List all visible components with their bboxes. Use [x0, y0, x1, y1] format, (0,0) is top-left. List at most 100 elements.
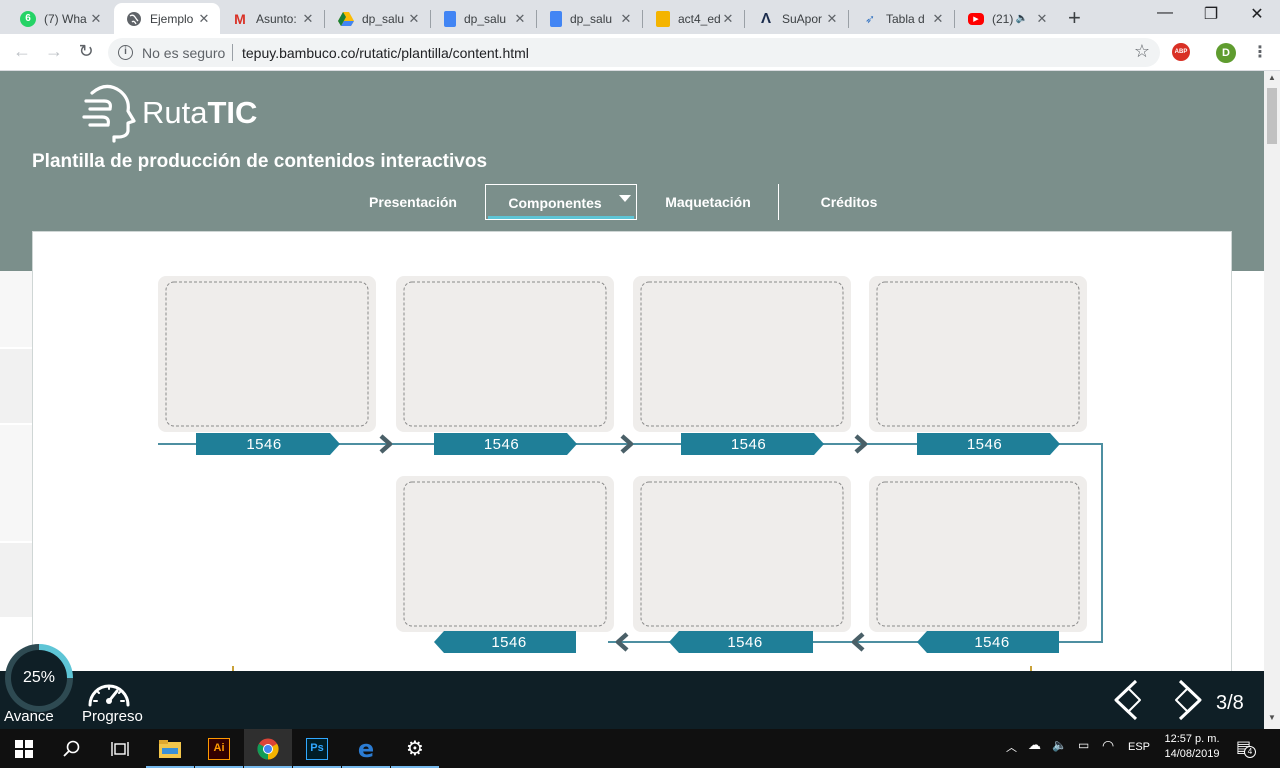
- rutatic-logo[interactable]: RutaTIC: [82, 83, 257, 143]
- drive-icon: [338, 11, 354, 27]
- close-icon[interactable]: ✕: [824, 11, 840, 27]
- active-underline: [488, 216, 634, 219]
- window-close-button[interactable]: ✕: [1234, 4, 1280, 24]
- onedrive-icon[interactable]: ☁: [1028, 737, 1041, 753]
- close-icon[interactable]: ✕: [512, 11, 528, 27]
- reload-button[interactable]: ↻: [74, 41, 98, 62]
- tab-docs-2[interactable]: dp_salu ✕: [538, 3, 642, 34]
- tab-drive[interactable]: dp_salu ✕: [326, 3, 430, 34]
- browser-menu-icon[interactable]: ⋮: [1252, 42, 1268, 62]
- nav-creditos[interactable]: Créditos: [800, 184, 898, 220]
- side-band: [0, 271, 32, 347]
- nav-componentes[interactable]: Componentes: [485, 184, 637, 220]
- notification-count: 4: [1244, 746, 1256, 758]
- next-page-button[interactable]: [1168, 678, 1208, 722]
- tab-separator: [954, 10, 955, 28]
- battery-icon[interactable]: ▭: [1078, 738, 1089, 752]
- wifi-icon[interactable]: ◠: [1102, 737, 1114, 754]
- tab-suaporte[interactable]: Λ SuApor ✕: [746, 3, 848, 34]
- page-scrollbar[interactable]: ▲ ▼: [1264, 71, 1280, 729]
- tab-ejemplo[interactable]: Ejemplo ✕: [114, 3, 220, 34]
- bird-icon: ➶: [864, 11, 876, 26]
- previous-page-button[interactable]: [1108, 678, 1148, 722]
- timeline-card[interactable]: [869, 476, 1087, 632]
- info-icon[interactable]: i: [118, 45, 133, 60]
- timeline-card[interactable]: [869, 276, 1087, 432]
- search-icon[interactable]: [48, 729, 96, 768]
- file-explorer-icon[interactable]: [146, 729, 194, 768]
- chrome-icon[interactable]: [244, 729, 292, 768]
- close-icon[interactable]: ✕: [88, 11, 104, 27]
- close-icon[interactable]: ✕: [406, 11, 422, 27]
- dropdown-caret-icon: [619, 195, 631, 202]
- youtube-icon: ▶: [968, 12, 984, 25]
- tray-expand-icon[interactable]: ︿: [1006, 739, 1017, 755]
- timeline-card[interactable]: [633, 476, 851, 632]
- close-icon[interactable]: ✕: [618, 11, 634, 27]
- close-icon[interactable]: ✕: [930, 11, 946, 27]
- tab-tabla[interactable]: ➶ Tabla d ✕: [850, 3, 954, 34]
- tab-gmail[interactable]: M Asunto: ✕: [220, 3, 324, 34]
- side-band: [0, 425, 32, 541]
- nav-componentes-label: Componentes: [508, 195, 602, 211]
- bookmark-star-icon[interactable]: ☆: [1134, 41, 1150, 62]
- year-label: 1546: [484, 436, 519, 453]
- windows-start-icon[interactable]: [0, 729, 48, 768]
- page-counter: 3/8: [1216, 692, 1244, 714]
- restore-button[interactable]: ❐: [1188, 4, 1234, 24]
- head-logo-icon: [82, 84, 136, 143]
- tab-title: dp_salu: [570, 11, 613, 26]
- tab-title: SuApor: [782, 11, 823, 26]
- photoshop-icon[interactable]: Ps: [293, 729, 341, 768]
- timeline-card[interactable]: [396, 476, 614, 632]
- url-text[interactable]: tepuy.bambuco.co/rutatic/plantilla/conte…: [242, 45, 529, 61]
- timeline-card[interactable]: [633, 276, 851, 432]
- adblock-icon[interactable]: ABP: [1172, 43, 1190, 61]
- task-view-icon[interactable]: [96, 729, 144, 768]
- tab-title: dp_salu: [362, 11, 405, 26]
- settings-icon[interactable]: ⚙: [391, 729, 439, 768]
- close-icon[interactable]: ✕: [300, 11, 316, 27]
- tab-title: (7) Wha: [44, 11, 87, 26]
- close-icon[interactable]: ✕: [720, 11, 736, 27]
- close-icon[interactable]: ✕: [1034, 11, 1050, 27]
- scroll-down-icon[interactable]: ▼: [1264, 713, 1280, 722]
- globe-icon: [126, 11, 142, 27]
- avance-label: Avance: [4, 708, 54, 725]
- profile-avatar[interactable]: D: [1216, 43, 1236, 63]
- nav-presentacion[interactable]: Presentación: [358, 184, 468, 220]
- timeline-card[interactable]: [396, 276, 614, 432]
- back-button[interactable]: ←: [10, 41, 34, 62]
- tab-separator: [848, 10, 849, 28]
- tab-slides[interactable]: act4_ed ✕: [644, 3, 744, 34]
- audio-icon[interactable]: 🔈: [1016, 13, 1028, 24]
- tab-separator: [430, 10, 431, 28]
- new-tab-button[interactable]: +: [1068, 5, 1081, 31]
- address-bar[interactable]: i No es seguro tepuy.bambuco.co/rutatic/…: [108, 38, 1160, 67]
- language-indicator[interactable]: ESP: [1128, 741, 1150, 753]
- timeline-card[interactable]: [158, 276, 376, 432]
- nav-divider: [778, 184, 779, 220]
- speedometer-icon[interactable]: [86, 674, 132, 708]
- avance-progress-ring[interactable]: 25%: [5, 644, 73, 712]
- minimize-button[interactable]: —: [1142, 4, 1188, 22]
- clock[interactable]: 12:57 p. m. 14/08/2019: [1160, 732, 1224, 762]
- whatsapp-icon: 6: [20, 10, 36, 27]
- tab-title: Tabla d: [886, 11, 925, 26]
- docs-icon: [550, 10, 562, 27]
- volume-icon[interactable]: 🔈: [1052, 738, 1067, 752]
- edge-icon[interactable]: e: [342, 729, 390, 768]
- tab-whatsapp[interactable]: 6 (7) Wha ✕: [8, 3, 112, 34]
- forward-button[interactable]: →: [42, 41, 66, 62]
- illustrator-icon[interactable]: Ai: [195, 729, 243, 768]
- nav-maquetacion[interactable]: Maquetación: [652, 184, 764, 220]
- scroll-thumb[interactable]: [1267, 88, 1277, 144]
- security-status[interactable]: No es seguro: [142, 45, 225, 61]
- tab-title: act4_ed: [678, 11, 720, 26]
- logo-text-regular: Ruta: [142, 95, 208, 130]
- action-center-icon[interactable]: ▤ 4: [1236, 737, 1256, 758]
- scroll-up-icon[interactable]: ▲: [1264, 73, 1280, 82]
- tab-youtube[interactable]: ▶ (21) 🔈 ✕: [956, 3, 1058, 34]
- tab-docs-1[interactable]: dp_salu ✕: [432, 3, 536, 34]
- close-icon[interactable]: ✕: [196, 11, 212, 27]
